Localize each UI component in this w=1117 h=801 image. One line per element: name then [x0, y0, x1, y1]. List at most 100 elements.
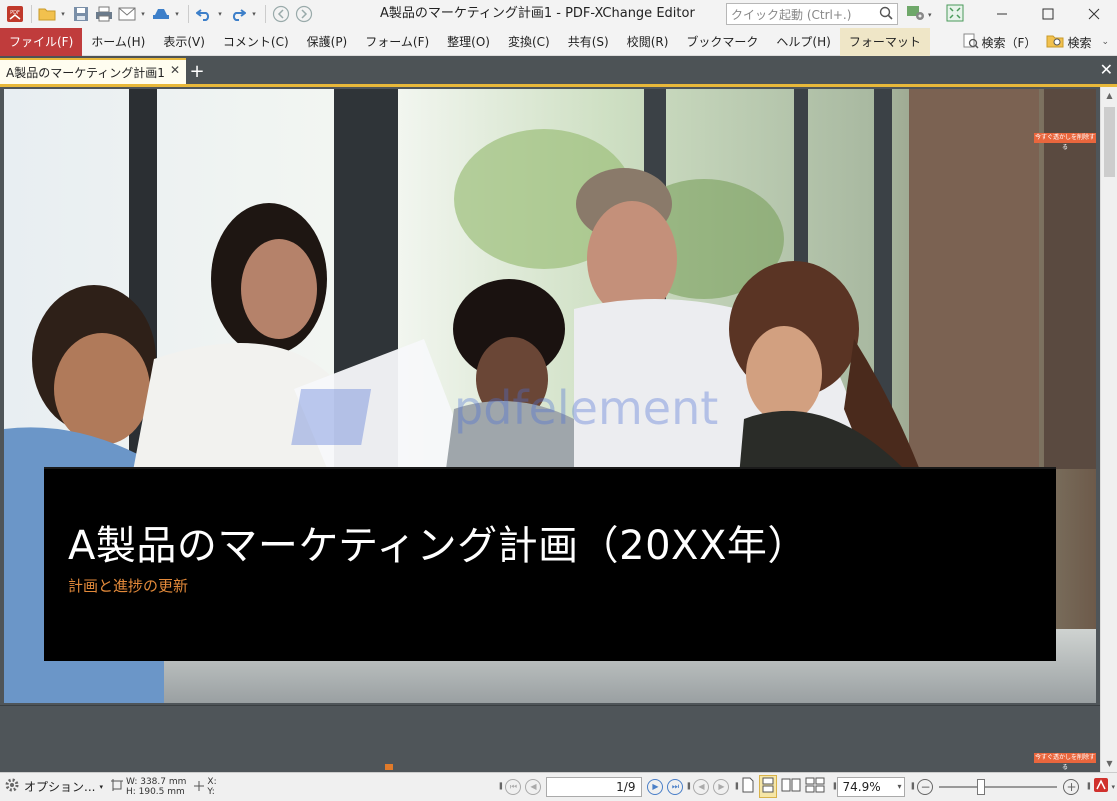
quick-access-toolbar: PDF ▾ ▾ ▾ ▾ ▾ [0, 0, 316, 28]
page-number-input[interactable]: 1/9 [546, 776, 643, 797]
options-button[interactable]: オプション... ▾ [0, 773, 107, 801]
menu-format[interactable]: フォーマット [839, 27, 930, 56]
remove-watermark-tag[interactable]: 今すぐ透かしを削除する [1034, 753, 1096, 771]
cursor-position: X: Y: [190, 773, 220, 801]
vertical-scrollbar[interactable]: ▲ ▼ [1100, 87, 1117, 772]
maximize-button[interactable] [1025, 0, 1071, 28]
quick-launch-placeholder: クイック起動 (Ctrl+.) [731, 7, 852, 22]
crosshair-icon [194, 780, 205, 794]
cursor-y: Y: [207, 786, 215, 797]
scroll-thumb[interactable] [1104, 107, 1115, 177]
app-logo-icon[interactable]: PDF [4, 3, 26, 25]
single-page-icon[interactable] [741, 777, 755, 796]
minimize-button[interactable] [979, 0, 1025, 28]
marker-icon: ▐ [1085, 783, 1091, 790]
prev-view-icon[interactable]: ◀ [693, 778, 710, 795]
caption-box: A製品のマーケティング計画（20XX年） 計画と進捗の更新 [44, 469, 1056, 661]
menu-search-area: 検索（F） 検索 ⌄ [963, 28, 1117, 56]
menu-form[interactable]: フォーム(F) [356, 28, 438, 56]
chevron-down-icon[interactable]: ▾ [173, 10, 181, 18]
page-marker [385, 764, 393, 770]
search-button[interactable]: 検索 [1067, 34, 1091, 51]
print-icon[interactable] [93, 3, 115, 25]
options-label: オプション... [24, 780, 96, 794]
next-view-icon[interactable]: ▶ [713, 778, 730, 795]
document-tab[interactable]: A製品のマーケティング計画1 ✕ [0, 58, 186, 84]
document-subtitle: 計画と進捗の更新 [68, 577, 189, 595]
chevron-down-icon[interactable]: ▾ [928, 11, 932, 19]
new-tab-button[interactable]: + [186, 58, 208, 84]
scroll-up-icon[interactable]: ▲ [1101, 87, 1117, 104]
save-icon[interactable] [70, 3, 92, 25]
menu-help[interactable]: ヘルプ(H) [767, 28, 839, 56]
menu-review[interactable]: 校閲(R) [618, 28, 678, 56]
chevron-down-icon: ▾ [897, 781, 902, 791]
zoom-slider-knob[interactable] [977, 778, 986, 795]
document-title: A製品のマーケティング計画（20XX年） [68, 523, 808, 569]
close-tab-icon[interactable]: ✕ [170, 63, 180, 77]
marker-icon: ▐ [733, 783, 739, 790]
page-width: W: 338.7 mm [125, 776, 187, 787]
menu-bookmark[interactable]: ブックマーク [677, 28, 767, 56]
chevron-down-icon[interactable]: ▾ [250, 10, 258, 18]
chevron-down-icon[interactable]: ▾ [139, 10, 147, 18]
search-icon[interactable] [879, 6, 897, 23]
menu-protect[interactable]: 保護(P) [298, 28, 357, 56]
ribbon-collapse-icon[interactable]: ⌄ [1101, 37, 1109, 47]
continuous-facing-icon[interactable] [805, 777, 825, 796]
zoom-in-icon[interactable]: + [1063, 778, 1080, 795]
search-folder-icon[interactable] [1046, 33, 1064, 52]
status-bar: オプション... ▾ W: 338.7 mm H: 190.5 mm X: Y:… [0, 772, 1117, 800]
menu-comment[interactable]: コメント(C) [214, 28, 298, 56]
scroll-down-icon[interactable]: ▼ [1101, 755, 1117, 772]
page-size-icon [110, 779, 123, 794]
back-icon[interactable] [270, 3, 292, 25]
document-viewer[interactable]: pdfelement 今すぐ透かしを削除する A製品のマーケティング計画（20X… [0, 87, 1100, 772]
page-size-display: W: 338.7 mm H: 190.5 mm [107, 773, 190, 801]
email-icon[interactable] [116, 3, 138, 25]
separator [188, 5, 189, 23]
chevron-down-icon[interactable]: ▾ [1111, 783, 1115, 791]
prev-page-icon[interactable]: ◀ [525, 778, 542, 795]
separator [31, 5, 32, 23]
menu-organize[interactable]: 整理(O) [438, 28, 499, 56]
undo-icon[interactable] [193, 3, 215, 25]
chevron-down-icon: ▾ [99, 782, 103, 791]
menu-file[interactable]: ファイル(F) [0, 27, 83, 56]
remove-watermark-tag[interactable]: 今すぐ透かしを削除する [1034, 133, 1096, 151]
forward-icon[interactable] [293, 3, 315, 25]
redo-icon[interactable] [227, 3, 249, 25]
document-tab-label: A製品のマーケティング計画1 [6, 65, 165, 80]
zoom-out-icon[interactable]: − [917, 778, 934, 795]
separator [265, 5, 266, 23]
marker-icon: ▐ [685, 783, 691, 790]
find-icon[interactable] [963, 33, 979, 52]
document-tab-bar: A製品のマーケティング計画1 ✕ + ✕ [0, 56, 1117, 84]
first-page-icon[interactable]: ⏮ [505, 778, 522, 795]
zoom-select[interactable]: 74.9% ▾ [837, 776, 906, 797]
menu-convert[interactable]: 変換(C) [499, 28, 559, 56]
close-window-button[interactable] [1071, 0, 1117, 28]
settings-gear-icon[interactable] [906, 4, 926, 25]
watermark-text: pdfelement [454, 381, 718, 435]
menu-share[interactable]: 共有(S) [559, 28, 618, 56]
scan-icon[interactable] [150, 3, 172, 25]
last-page-icon[interactable]: ⏭ [667, 778, 684, 795]
zoom-slider[interactable] [939, 778, 1058, 795]
close-all-icon[interactable]: ✕ [1100, 60, 1113, 79]
adobe-pdf-icon[interactable] [1093, 777, 1109, 796]
facing-pages-icon[interactable] [781, 777, 801, 796]
menu-view[interactable]: 表示(V) [154, 28, 214, 56]
open-folder-icon[interactable] [36, 3, 58, 25]
menu-home[interactable]: ホーム(H) [82, 28, 154, 56]
find-button[interactable]: 検索（F） [982, 34, 1037, 51]
title-bar: PDF ▾ ▾ ▾ ▾ ▾ A製品のマーケティング計画1 - PDF-XChan… [0, 0, 1117, 28]
page-layout-buttons: ▐ [731, 773, 829, 801]
chevron-down-icon[interactable]: ▾ [59, 10, 67, 18]
fullscreen-icon[interactable] [946, 4, 964, 25]
chevron-down-icon[interactable]: ▾ [216, 10, 224, 18]
next-page-icon[interactable]: ▶ [647, 778, 664, 795]
quick-launch-input[interactable]: クイック起動 (Ctrl+.) [726, 3, 898, 25]
continuous-page-icon[interactable] [759, 775, 778, 798]
zoom-value: 74.9% [842, 779, 881, 794]
